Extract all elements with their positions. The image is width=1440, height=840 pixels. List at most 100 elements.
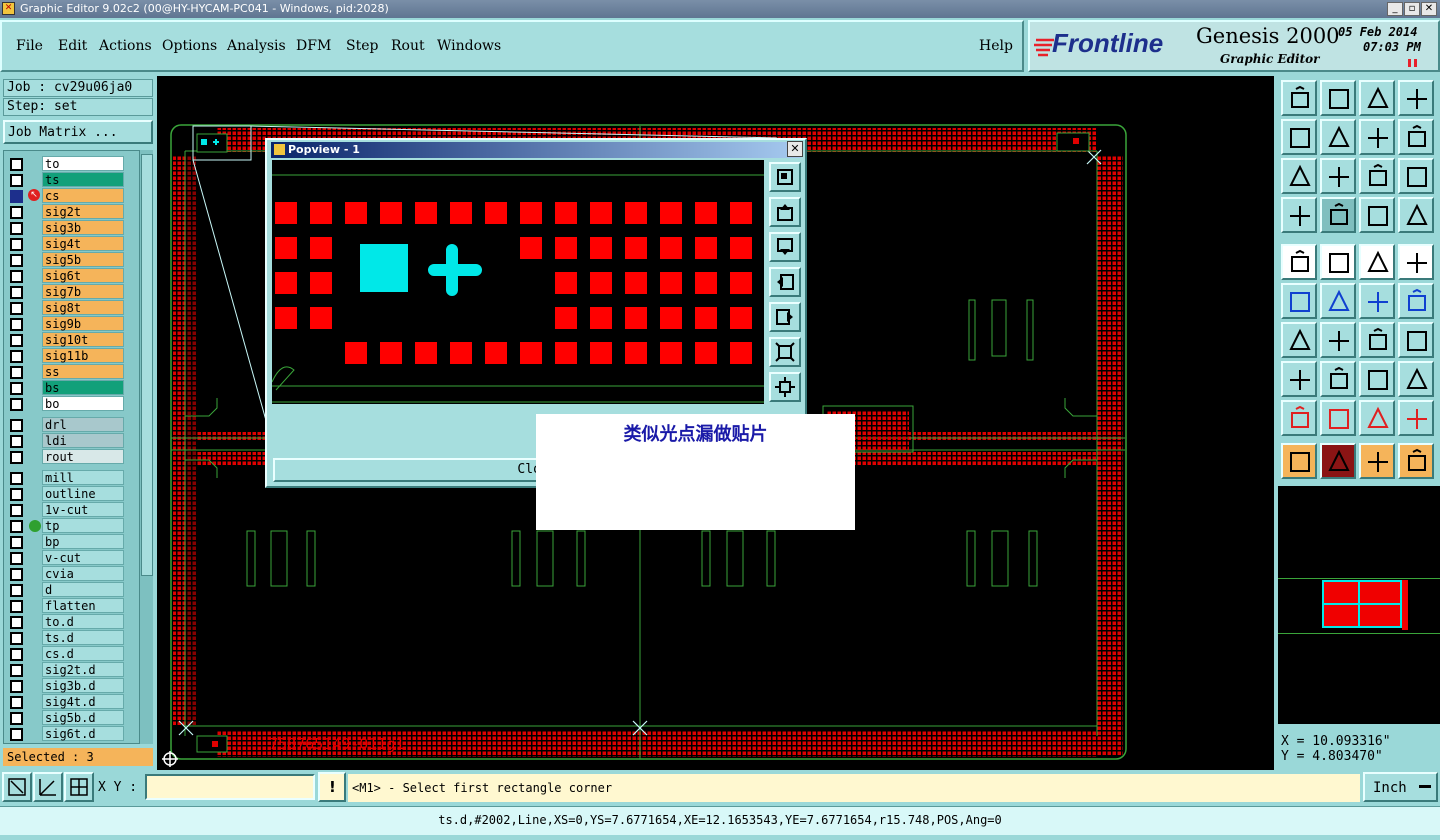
menu-actions[interactable]: Actions [99, 38, 152, 54]
split-button[interactable] [1398, 322, 1434, 358]
measure-box-button[interactable] [1359, 361, 1395, 397]
add-pad-button[interactable] [1281, 244, 1317, 280]
layer-checkbox[interactable] [10, 504, 23, 517]
layer-checkbox[interactable] [10, 222, 23, 235]
layer-pair-alt-button[interactable] [1398, 197, 1434, 233]
minimize-button[interactable]: _ [1387, 2, 1403, 16]
snap-button[interactable] [1398, 119, 1434, 155]
fill-button[interactable] [1398, 361, 1434, 397]
triangle-d-button[interactable] [1398, 400, 1434, 436]
layer-row-sig10t[interactable]: sig10t [8, 332, 128, 348]
add-line-button[interactable] [1320, 244, 1356, 280]
menu-edit[interactable]: Edit [58, 38, 87, 54]
layer-row-1v-cut[interactable]: 1v-cut [8, 502, 128, 518]
popview-zoom-fit-button[interactable] [769, 162, 801, 192]
restore-button[interactable]: ▫ [1404, 2, 1420, 16]
layer-checkbox[interactable] [10, 664, 23, 677]
layer-checkbox[interactable] [10, 286, 23, 299]
home-button[interactable] [1359, 80, 1395, 116]
layer-checkbox[interactable] [10, 584, 23, 597]
menu-dfm[interactable]: DFM [296, 38, 331, 54]
layer-checkbox[interactable] [10, 680, 23, 693]
layer-checkbox[interactable] [10, 472, 23, 485]
popview-pan-right-button[interactable] [769, 302, 801, 332]
pan-left-button[interactable] [1281, 119, 1317, 155]
layer-row-sig4t-d[interactable]: sig4t.d [8, 694, 128, 710]
layer-checkbox[interactable] [10, 488, 23, 501]
split-view-button[interactable] [1398, 80, 1434, 116]
fit-center-button[interactable] [1320, 158, 1356, 194]
layer-row-sig6t[interactable]: sig6t [8, 268, 128, 284]
measure-button[interactable] [33, 772, 63, 802]
menu-windows[interactable]: Windows [437, 38, 501, 54]
layer-checkbox[interactable] [10, 398, 23, 411]
zoom-area-button[interactable] [2, 772, 32, 802]
layer-row-sig9b[interactable]: sig9b [8, 316, 128, 332]
layer-row-bo[interactable]: bo [8, 396, 128, 412]
popview-pan-down-button[interactable] [769, 232, 801, 262]
layer-row-sig2t-d[interactable]: sig2t.d [8, 662, 128, 678]
target-button[interactable] [1281, 361, 1317, 397]
layer-checkbox[interactable] [10, 728, 23, 741]
popview-zoom-in-button[interactable] [769, 337, 801, 367]
layer-row-to-d[interactable]: to.d [8, 614, 128, 630]
layer-checkbox[interactable] [10, 712, 23, 725]
cross-button[interactable] [1320, 283, 1356, 319]
popview-zoom-out-button[interactable] [769, 372, 801, 402]
popview-canvas[interactable] [272, 160, 764, 404]
layer-pair-button[interactable] [1359, 197, 1395, 233]
menu-step[interactable]: Step [346, 38, 378, 54]
menu-file[interactable]: File [16, 38, 43, 54]
layer-row-drl[interactable]: drl [8, 417, 128, 433]
layer-checkbox[interactable] [10, 696, 23, 709]
popview-pan-left-button[interactable] [769, 267, 801, 297]
pointer-select-button[interactable] [1359, 443, 1395, 479]
layer-row-sig3b-d[interactable]: sig3b.d [8, 678, 128, 694]
layer-checkbox[interactable] [10, 174, 23, 187]
layer-checkbox[interactable] [10, 632, 23, 645]
layer-checkbox[interactable] [10, 334, 23, 347]
layer-checkbox[interactable] [10, 568, 23, 581]
layer-checkbox[interactable] [10, 382, 23, 395]
pointer-box-button[interactable] [1320, 443, 1356, 479]
line-button[interactable] [1320, 322, 1356, 358]
layer-row-sig7b[interactable]: sig7b [8, 284, 128, 300]
angle-button[interactable] [1281, 322, 1317, 358]
layer-row-bp[interactable]: bp [8, 534, 128, 550]
layer-checkbox[interactable] [10, 648, 23, 661]
route-button[interactable] [1398, 443, 1434, 479]
units-dropdown[interactable]: Inch [1363, 772, 1438, 802]
layer-row-ts[interactable]: ts [8, 172, 128, 188]
layer-row-sig11b[interactable]: sig11b [8, 348, 128, 364]
layer-row-bs[interactable]: bs [8, 380, 128, 396]
grid-snap-button[interactable] [64, 772, 94, 802]
layer-checkbox[interactable] [10, 270, 23, 283]
layer-list-scrollbar[interactable] [139, 150, 153, 744]
layer-checkbox[interactable] [10, 254, 23, 267]
settings-button[interactable] [1281, 197, 1317, 233]
layer-checkbox[interactable] [10, 536, 23, 549]
grid-button[interactable] [1320, 197, 1356, 233]
layer-checkbox[interactable] [10, 206, 23, 219]
layer-row-sig8t[interactable]: sig8t [8, 300, 128, 316]
layer-row-d[interactable]: d [8, 582, 128, 598]
layer-checkbox[interactable] [10, 552, 23, 565]
layer-row-sig5b[interactable]: sig5b [8, 252, 128, 268]
fit-all-button[interactable] [1281, 158, 1317, 194]
pan-right-button[interactable] [1320, 119, 1356, 155]
pointer-button[interactable] [1281, 443, 1317, 479]
layer-row-sig3b[interactable]: sig3b [8, 220, 128, 236]
align-button[interactable] [1320, 361, 1356, 397]
resize-button[interactable] [1359, 283, 1395, 319]
connect-button[interactable] [1281, 283, 1317, 319]
layer-checkbox[interactable] [10, 419, 23, 432]
layer-checkbox[interactable] [10, 616, 23, 629]
layer-checkbox[interactable] [10, 435, 23, 448]
move-feature-button[interactable] [1398, 283, 1434, 319]
mirror-button[interactable] [1359, 119, 1395, 155]
layer-row-rout[interactable]: rout [8, 449, 128, 465]
circle-select-button[interactable] [1398, 244, 1434, 280]
layer-checkbox[interactable] [10, 238, 23, 251]
xy-input[interactable] [145, 774, 315, 800]
layer-row-cvia[interactable]: cvia [8, 566, 128, 582]
